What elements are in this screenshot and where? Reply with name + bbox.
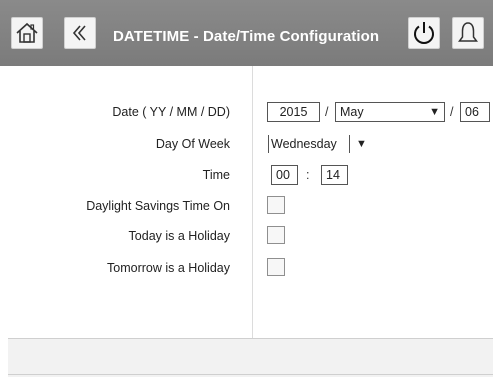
footer-bottom-line (8, 374, 493, 375)
header-bar: DATETIME - Date/Time Configuration (0, 0, 493, 66)
date-month-value: May (340, 105, 364, 119)
content-area: Date ( YY / MM / DD) 2015 / May ▼ / 06 D… (0, 66, 493, 377)
dst-label: Daylight Savings Time On (86, 199, 230, 213)
day-of-week-label: Day Of Week (155, 137, 230, 151)
column-divider (252, 66, 253, 338)
dst-checkbox[interactable] (267, 196, 285, 214)
date-day-field[interactable]: 06 (460, 102, 490, 122)
alarm-button[interactable] (452, 17, 484, 49)
footer-strip (8, 339, 493, 377)
day-of-week-value: Wednesday (268, 135, 350, 153)
home-button[interactable] (11, 17, 43, 49)
date-separator: / (450, 105, 454, 119)
back-button[interactable] (64, 17, 96, 49)
chevron-down-icon: ▼ (429, 106, 440, 118)
time-separator: : (306, 168, 310, 182)
chevron-down-icon: ▼ (356, 138, 367, 150)
back-icon (72, 25, 86, 41)
datetime-config-screen: DATETIME - Date/Time Configuration Date … (0, 0, 493, 377)
power-button[interactable] (408, 17, 440, 49)
date-separator: / (325, 105, 329, 119)
tomorrow-holiday-checkbox[interactable] (267, 258, 285, 276)
time-hour-field[interactable]: 00 (271, 165, 298, 185)
alarm-bell-icon (458, 22, 478, 42)
page-title: DATETIME - Date/Time Configuration (113, 28, 380, 45)
home-icon (16, 22, 38, 43)
date-label: Date ( YY / MM / DD) (112, 105, 230, 119)
time-label: Time (202, 168, 230, 182)
power-icon (414, 22, 434, 44)
tomorrow-holiday-label: Tomorrow is a Holiday (107, 261, 230, 275)
date-month-select[interactable]: May ▼ (335, 102, 445, 122)
time-minute-field[interactable]: 14 (321, 165, 348, 185)
date-year-field[interactable]: 2015 (267, 102, 320, 122)
today-holiday-label: Today is a Holiday (128, 229, 230, 243)
today-holiday-checkbox[interactable] (267, 226, 285, 244)
day-of-week-select[interactable]: Wednesday ▼ (267, 134, 373, 154)
